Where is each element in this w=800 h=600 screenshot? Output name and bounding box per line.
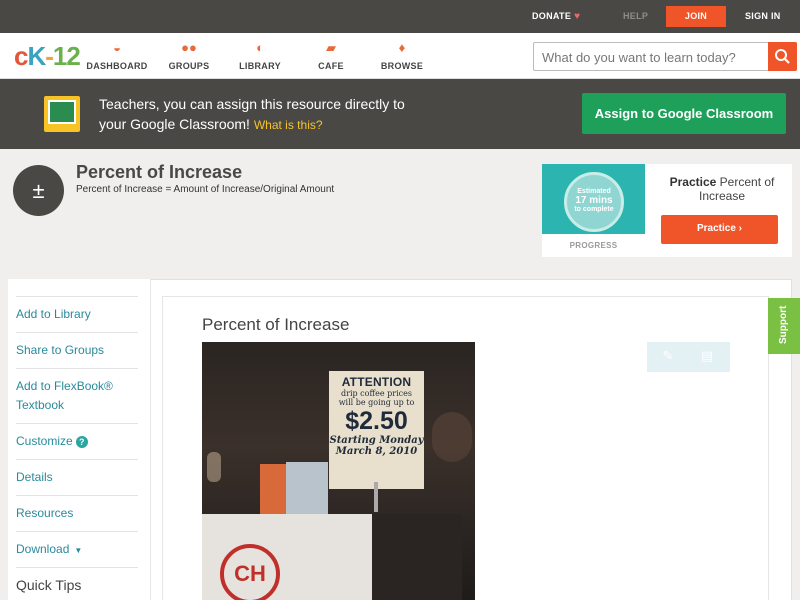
search-input[interactable] [542,48,762,66]
pencil-icon[interactable]: ✎ [660,348,676,364]
estimated-time-badge: Estimated 17 mins to complete [564,172,624,232]
people-icon: ●● [181,40,197,55]
coffee-price-photo: ATTENTION drip coffee prices will be goi… [202,342,475,600]
assign-to-classroom-button[interactable]: Assign to Google Classroom [582,93,786,134]
join-button[interactable]: JOIN [666,6,726,27]
plus-minus-icon: ± [13,165,64,216]
practice-panel: Estimated 17 mins to complete PROGRESS P… [542,164,792,257]
what-is-this-link[interactable]: What is this? [254,118,323,132]
utility-bar: DONATE ♥ HELP JOIN SIGN IN [0,0,800,33]
classroom-message: Teachers, you can assign this resource d… [99,96,405,132]
support-tab[interactable]: Support [768,298,800,354]
concept-title: Percent of Increase [76,162,243,182]
bag-icon: ◐ [256,40,264,55]
donate-link[interactable]: DONATE ♥ [532,0,580,33]
cup-stack [260,464,286,516]
sidebar-download[interactable]: Download ▼ [16,531,138,560]
sidebar-resources[interactable]: Resources [16,495,138,523]
sidebar-details[interactable]: Details [16,459,138,487]
search-box [533,42,797,71]
coffee-machine: CH [202,514,462,600]
heart-icon: ♥ [574,11,581,22]
help-question-icon[interactable]: ? [75,436,88,448]
article-tools: ✎ ▤ [647,342,730,372]
ck12-logo[interactable]: cK-12 [14,41,81,72]
search-icon [775,49,790,64]
lightbulb-icon: ♦ [398,40,406,55]
progress-label: PROGRESS [569,241,618,250]
sidebar: Add to Library Share to Groups Add to Fl… [8,279,151,600]
cup-logo: CH [220,544,280,600]
concept-subtitle: Percent of Increase = Amount of Increase… [76,184,335,195]
search-button[interactable] [768,42,797,71]
help-link[interactable]: HELP [623,0,648,33]
caret-down-icon: ▼ [74,546,83,555]
google-classroom-icon [44,96,80,132]
nav-groups[interactable]: ●● GROUPS [154,40,224,71]
sidebar-quick-tips[interactable]: Quick Tips [16,567,138,595]
chat-bubbles-icon: ▰ [326,40,336,55]
sidebar-add-to-flexbook[interactable]: Add to FlexBook® Textbook [16,368,138,415]
dashboard-gauge-icon: ◒ [113,40,121,55]
nav-library[interactable]: ◐ LIBRARY [225,40,295,71]
article-title: Percent of Increase [202,315,350,334]
nav-cafe[interactable]: ▰ CAFE [296,40,366,71]
notes-icon[interactable]: ▤ [699,348,715,364]
nav-browse[interactable]: ♦ BROWSE [367,40,437,71]
progress-graphic: Estimated 17 mins to complete [542,164,645,234]
chevron-right-icon: › [738,223,743,234]
cup-stack [286,462,328,516]
sidebar-customize[interactable]: Customize? [16,423,138,451]
sidebar-add-to-library[interactable]: Add to Library [16,296,138,324]
sidebar-share-to-groups[interactable]: Share to Groups [16,332,138,360]
sign-in-link[interactable]: SIGN IN [745,0,781,33]
nav-dashboard[interactable]: ◒ DASHBOARD [82,40,152,71]
price-sign: ATTENTION drip coffee prices will be goi… [329,371,424,489]
main-nav: cK-12 ◒ DASHBOARD ●● GROUPS ◐ LIBRARY ▰ … [0,33,800,79]
practice-title: Practice Percent of Increase [669,175,775,203]
practice-button[interactable]: Practice › [661,215,778,244]
google-classroom-banner: Teachers, you can assign this resource d… [0,79,800,149]
